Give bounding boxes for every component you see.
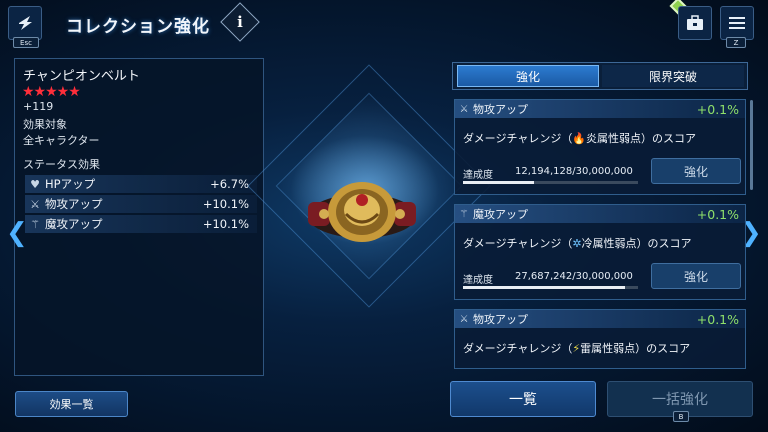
card-bonus: +0.1% <box>696 101 739 117</box>
progress-bar <box>463 286 638 289</box>
progress-value: 27,687,242/30,000,000 <box>515 271 633 282</box>
card-description: ダメージチャレンジ（⚡雷属性弱点）のスコア <box>463 340 690 356</box>
desc-element: 冷属性弱点 <box>581 237 637 250</box>
desc-suffix: ）のスコア <box>635 342 691 355</box>
sword-icon: ⚔ <box>459 313 469 325</box>
rarity-stars: ★★★★★ <box>22 84 81 100</box>
desc-prefix: ダメージチャレンジ（ <box>463 237 573 250</box>
champion-belt-icon <box>308 182 416 242</box>
desc-prefix: ダメージチャレンジ（ <box>463 132 573 145</box>
heart-icon: ♥ <box>30 177 40 191</box>
progress-label: 達成度 <box>463 170 493 181</box>
info-icon: i <box>237 13 243 31</box>
effect-target-value: 全キャラクター <box>23 134 100 147</box>
card-bonus: +0.1% <box>696 206 739 222</box>
effect-target-label: 効果対象 <box>23 118 67 131</box>
menu-key-hint: Z <box>726 37 746 48</box>
lightning-element-icon: ⚡ <box>572 342 581 355</box>
card-header: ⚔ 物攻アップ +0.1% <box>455 100 745 118</box>
sword-icon: ⚔ <box>30 197 40 211</box>
back-button[interactable] <box>8 6 42 40</box>
card-bonus: +0.1% <box>696 311 739 327</box>
stat-value: +10.1% <box>202 217 249 231</box>
stat-name: HPアップ <box>45 177 96 191</box>
card-header: ⚔ 物攻アップ +0.1% <box>455 310 745 328</box>
stat-value: +10.1% <box>202 197 249 211</box>
card-stat-name: 物攻アップ <box>473 103 528 116</box>
stat-row-magic-attack: ⚚ 魔攻アップ +10.1% <box>25 215 257 233</box>
list-button[interactable]: 一覧 <box>450 381 596 417</box>
status-effect-heading: ステータス効果 <box>23 158 100 171</box>
enhance-button[interactable]: 強化 <box>651 263 741 289</box>
progress-bar <box>463 181 638 184</box>
item-info-panel: チャンピオンベルト ★★★★★ +119 効果対象 全キャラクター ステータス効… <box>14 58 264 376</box>
enhance-card: ⚚ 魔攻アップ +0.1% ダメージチャレンジ（✲冷属性弱点）のスコア 達成度 … <box>454 204 746 300</box>
card-header: ⚚ 魔攻アップ +0.1% <box>455 205 745 223</box>
progress-fill <box>463 286 625 289</box>
stat-name: 物攻アップ <box>45 197 103 211</box>
desc-element: 炎属性弱点 <box>586 132 642 145</box>
stat-name: 魔攻アップ <box>45 217 103 231</box>
stat-row-physical-attack: ⚔ 物攻アップ +10.1% <box>25 195 257 213</box>
enhance-button[interactable]: 強化 <box>651 158 741 184</box>
desc-suffix: ）のスコア <box>641 132 697 145</box>
desc-suffix: ）のスコア <box>636 237 692 250</box>
desc-element: 雷属性弱点 <box>580 342 636 355</box>
prev-item-arrow-icon[interactable]: ❮ <box>6 218 28 248</box>
fire-element-icon: 🔥 <box>572 132 587 145</box>
staff-icon: ⚚ <box>30 217 40 231</box>
card-description: ダメージチャレンジ（✲冷属性弱点）のスコア <box>463 235 692 251</box>
card-stat-name: 物攻アップ <box>473 313 528 326</box>
progress-label: 達成度 <box>463 275 493 286</box>
toolbox-icon <box>687 15 703 30</box>
esc-key-hint: Esc <box>13 37 39 48</box>
stat-row-hp: ♥ HPアップ +6.7% <box>25 175 257 193</box>
bulk-key-hint: B <box>673 411 689 422</box>
card-stat-name: 魔攻アップ <box>473 208 528 221</box>
item-level: +119 <box>23 100 54 113</box>
tab-limit-break[interactable]: 限界突破 <box>602 65 744 87</box>
back-arrow-icon <box>19 16 32 30</box>
ice-element-icon: ✲ <box>572 237 582 250</box>
item-box-button[interactable] <box>678 6 712 40</box>
effect-list-button[interactable]: 効果一覧 <box>15 391 128 417</box>
card-list-scrollbar[interactable] <box>750 100 753 190</box>
enhance-card: ⚔ 物攻アップ +0.1% ダメージチャレンジ（🔥炎属性弱点）のスコア 達成度 … <box>454 99 746 195</box>
tab-enhance[interactable]: 強化 <box>457 65 599 87</box>
sword-icon: ⚔ <box>459 103 469 115</box>
card-description: ダメージチャレンジ（🔥炎属性弱点）のスコア <box>463 130 696 146</box>
enhance-card: ⚔ 物攻アップ +0.1% ダメージチャレンジ（⚡雷属性弱点）のスコア <box>454 309 746 369</box>
item-name: チャンピオンベルト <box>23 69 140 84</box>
hamburger-menu-icon <box>729 17 745 29</box>
page-title: コレクション強化 <box>66 17 210 37</box>
progress-value: 12,194,128/30,000,000 <box>515 166 633 177</box>
progress-fill <box>463 181 535 184</box>
staff-icon: ⚚ <box>459 208 469 220</box>
menu-button[interactable] <box>720 6 754 40</box>
desc-prefix: ダメージチャレンジ（ <box>463 342 573 355</box>
